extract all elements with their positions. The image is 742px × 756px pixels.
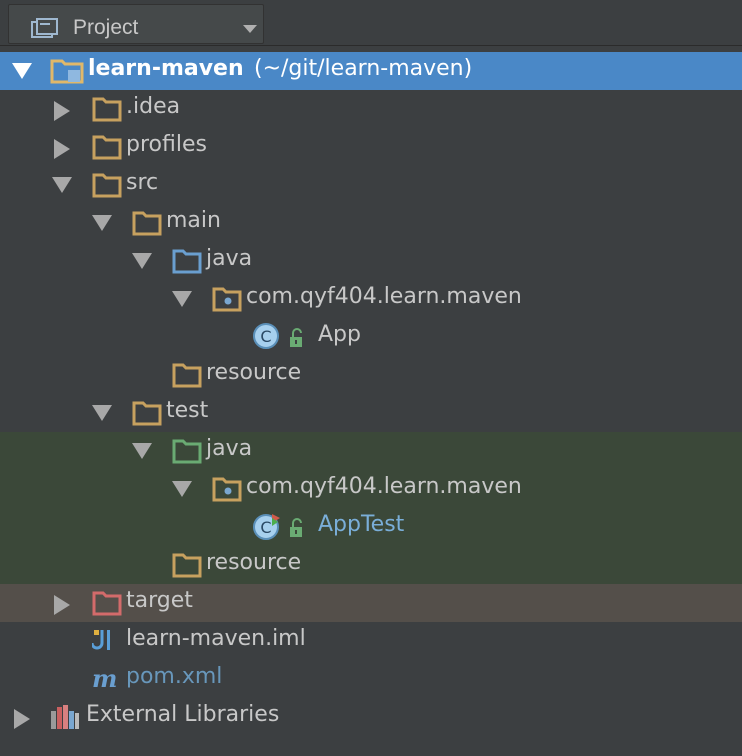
maven-file-icon: m <box>92 665 117 693</box>
class-icon: C <box>253 323 279 349</box>
folder-icon <box>172 363 202 388</box>
label-main-resource: resource <box>206 360 302 385</box>
tree-row-main-resource[interactable]: resource <box>0 356 742 394</box>
folder-icon <box>172 553 202 578</box>
collapsed-arrow-icon[interactable] <box>54 101 70 121</box>
tree-row-apptest[interactable]: C AppTest <box>0 508 742 546</box>
folder-icon <box>92 97 122 122</box>
tree-row-main-java[interactable]: java <box>0 242 742 280</box>
lock-open-icon <box>290 328 302 347</box>
tree-row-test-java[interactable]: java <box>0 432 742 470</box>
expanded-arrow-icon[interactable] <box>172 481 192 497</box>
tree-row-test-package[interactable]: com.qyf404.learn.maven <box>0 470 742 508</box>
folder-icon <box>132 401 162 426</box>
label-external-libraries: External Libraries <box>86 702 280 727</box>
expanded-arrow-icon[interactable] <box>172 291 192 307</box>
tree-row-external-libraries[interactable]: External Libraries <box>0 698 742 736</box>
expanded-arrow-icon[interactable] <box>52 177 72 193</box>
test-folder-icon <box>172 439 202 464</box>
chevron-down-icon[interactable] <box>243 25 257 33</box>
label-pom: pom.xml <box>126 664 223 689</box>
expanded-arrow-icon[interactable] <box>12 63 32 79</box>
svg-text:C: C <box>260 518 271 537</box>
folder-icon <box>132 211 162 236</box>
label-apptest: AppTest <box>318 512 405 537</box>
tree-row-src[interactable]: src <box>0 166 742 204</box>
label-iml: learn-maven.iml <box>126 626 306 651</box>
library-icon <box>51 705 79 729</box>
label-test: test <box>166 398 209 423</box>
expanded-arrow-icon[interactable] <box>132 443 152 459</box>
panel-title: Project <box>73 16 139 39</box>
tree-row-root[interactable]: learn-maven (~/git/learn-maven) <box>0 52 742 90</box>
tree-row-idea[interactable]: .idea <box>0 90 742 128</box>
tree-row-main-package[interactable]: com.qyf404.learn.maven <box>0 280 742 318</box>
label-idea: .idea <box>126 94 181 119</box>
tree-row-main[interactable]: main <box>0 204 742 242</box>
tree-row-target[interactable]: target <box>0 584 742 622</box>
collapsed-arrow-icon[interactable] <box>54 595 70 615</box>
tree-row-test[interactable]: test <box>0 394 742 432</box>
tree-row-test-resource[interactable]: resource <box>0 546 742 584</box>
svg-text:m: m <box>92 665 117 693</box>
label-target: target <box>126 588 193 613</box>
folder-icon <box>92 173 122 198</box>
label-app: App <box>318 322 361 347</box>
tree-row-iml[interactable]: learn-maven.iml <box>0 622 742 660</box>
test-class-icon: C <box>253 514 280 540</box>
label-main: main <box>166 208 221 233</box>
label-profiles: profiles <box>126 132 207 157</box>
expanded-arrow-icon[interactable] <box>132 253 152 269</box>
view-selector[interactable]: Project <box>8 4 264 44</box>
folder-icon <box>92 135 122 160</box>
iml-file-icon <box>92 630 110 650</box>
label-main-java: java <box>206 246 253 271</box>
svg-text:C: C <box>260 327 271 346</box>
source-folder-icon <box>172 249 202 274</box>
package-icon <box>212 287 242 312</box>
label-main-package: com.qyf404.learn.maven <box>246 284 522 309</box>
label-test-package: com.qyf404.learn.maven <box>246 474 522 499</box>
label-test-java: java <box>206 436 253 461</box>
expanded-arrow-icon[interactable] <box>92 405 112 421</box>
tree-row-pom[interactable]: m pom.xml <box>0 660 742 698</box>
excluded-folder-icon <box>92 591 122 616</box>
label-test-resource: resource <box>206 550 302 575</box>
package-icon <box>212 477 242 502</box>
expanded-arrow-icon[interactable] <box>92 215 112 231</box>
collapsed-arrow-icon[interactable] <box>54 139 70 159</box>
root-path: (~/git/learn-maven) <box>254 56 473 81</box>
project-tool-window-header: Project <box>0 0 742 46</box>
collapsed-arrow-icon[interactable] <box>14 709 30 729</box>
module-folder-icon <box>50 59 84 84</box>
root-name: learn-maven <box>88 56 244 81</box>
label-src: src <box>126 170 159 195</box>
project-view-icon <box>31 18 58 38</box>
tree-row-profiles[interactable]: profiles <box>0 128 742 166</box>
lock-open-icon <box>290 518 302 537</box>
tree-row-app[interactable]: C App <box>0 318 742 356</box>
